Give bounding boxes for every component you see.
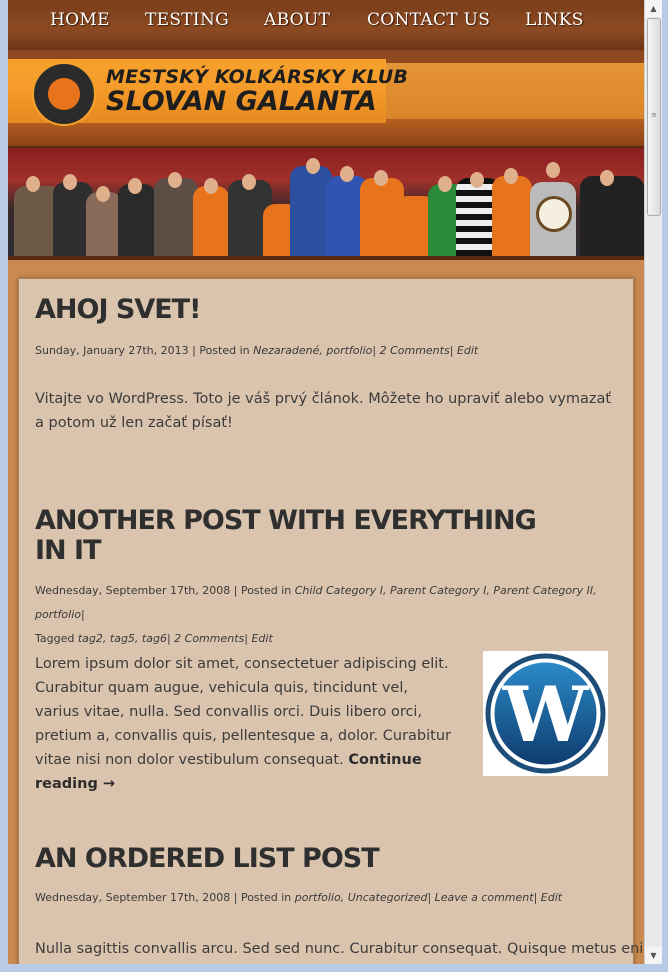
post-categories[interactable]: portfolio, Uncategorized — [295, 891, 428, 904]
logo-pin-icon — [48, 78, 80, 110]
window-bottom-frame — [0, 964, 668, 972]
nav-testing[interactable]: TESTING — [145, 10, 229, 30]
trophy-clock-icon — [536, 196, 572, 232]
scroll-up-icon[interactable]: ▲ — [645, 0, 662, 17]
post-excerpt: Nulla sagittis convallis arcu. Sed sed n… — [35, 941, 644, 957]
nav-contact-us[interactable]: CONTACT US — [367, 10, 490, 30]
comments-link[interactable]: 2 Comments — [174, 632, 244, 645]
posted-in-label: Posted in — [240, 891, 292, 904]
nav-links[interactable]: LINKS — [525, 10, 584, 30]
nav-home[interactable]: HOME — [50, 10, 110, 30]
post-meta: Wednesday, September 17th, 2008 | Posted… — [35, 584, 597, 645]
page-viewport: HOME TESTING ABOUT CONTACT US LINKS MEST… — [8, 0, 644, 964]
nav-about[interactable]: ABOUT — [264, 10, 330, 30]
main-navigation: HOME TESTING ABOUT CONTACT US LINKS — [8, 0, 644, 50]
post-meta: Sunday, January 27th, 2013 | Posted in N… — [35, 344, 479, 357]
scroll-thumb[interactable]: ≡ — [647, 18, 661, 216]
edit-link[interactable]: Edit — [251, 632, 272, 645]
posted-in-label: Posted in — [240, 584, 292, 597]
post-title[interactable]: ANOTHER POST WITH EVERYTHING IN IT — [35, 506, 555, 566]
post-excerpt: Vitajte vo WordPress. Toto je váš prvý č… — [35, 391, 612, 431]
svg-text:W: W — [502, 670, 590, 759]
site-title-line1: MESTSKÝ KOLKÁRSKY KLUB — [106, 66, 409, 88]
comments-link[interactable]: 2 Comments — [380, 344, 450, 357]
posted-in-label: Posted in — [199, 344, 250, 357]
post-tags[interactable]: tag2, tag5, tag6 — [78, 632, 167, 645]
scroll-grip-icon: ≡ — [651, 111, 657, 119]
post-excerpt: Lorem ipsum dolor sit amet, consectetuer… — [35, 656, 451, 792]
main-content: AHOJ SVET! Sunday, January 27th, 2013 | … — [18, 278, 644, 964]
vertical-scrollbar[interactable]: ▲ ≡ ▼ — [644, 0, 662, 964]
post-categories[interactable]: Nezaradené, portfolio — [253, 344, 372, 357]
tagged-label: Tagged — [35, 632, 75, 645]
comments-link[interactable]: Leave a comment — [435, 891, 534, 904]
wordpress-logo-icon[interactable]: W — [483, 651, 608, 776]
post-title[interactable]: AN ORDERED LIST POST — [35, 844, 380, 874]
team-photo — [8, 146, 644, 260]
scroll-down-icon[interactable]: ▼ — [645, 947, 662, 964]
post-date: Wednesday, September 17th, 2008 — [35, 584, 231, 597]
browser-window: HOME TESTING ABOUT CONTACT US LINKS MEST… — [0, 0, 668, 972]
edit-link[interactable]: Edit — [541, 891, 562, 904]
post-date: Sunday, January 27th, 2013 — [35, 344, 189, 357]
banner-strip — [386, 63, 644, 119]
post-title[interactable]: AHOJ SVET! — [35, 295, 201, 325]
post-date: Wednesday, September 17th, 2008 — [35, 891, 231, 904]
site-title-line2: SLOVAN GALANTA — [106, 86, 377, 117]
edit-link[interactable]: Edit — [457, 344, 478, 357]
club-logo[interactable] — [32, 62, 96, 126]
post-meta: Wednesday, September 17th, 2008 | Posted… — [35, 891, 563, 904]
